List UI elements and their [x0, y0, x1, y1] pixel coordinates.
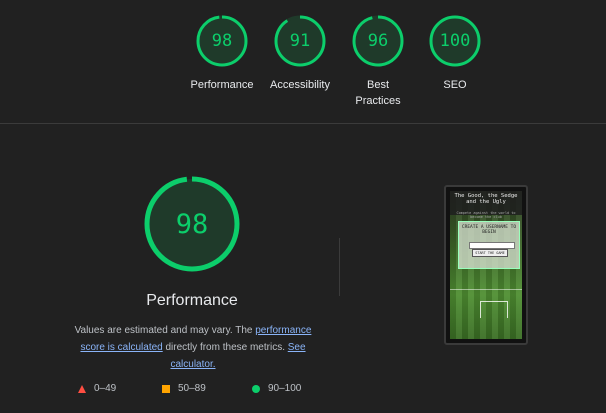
final-screenshot-thumbnail[interactable]: The Good, the Sedge and the Ugly Compete… [444, 185, 528, 345]
screenshot-app-title: The Good, the Sedge and the Ugly [454, 193, 518, 205]
main-gauge-score: 98 [175, 208, 209, 240]
legend-pass: 90–100 [252, 383, 301, 394]
screenshot-username-input [469, 242, 515, 249]
main-category-title: Performance [146, 292, 238, 309]
legend-fail: 0–49 [78, 383, 116, 394]
screenshot-app-subtitle: Compete against the world to become the … [456, 211, 516, 219]
legend-average: 50–89 [162, 383, 206, 394]
circle-icon [252, 384, 260, 393]
gauge-score: 96 [367, 31, 389, 51]
square-icon [162, 384, 170, 393]
section-divider [0, 123, 606, 124]
score-legend: 0–49 50–89 90–100 [0, 383, 606, 397]
gauge-accessibility[interactable]: 91 Accessibility [265, 14, 335, 93]
goal-box [480, 301, 508, 318]
gauge-best-practices[interactable]: 96 Best Practices [343, 14, 413, 109]
category-gauges: 98 Performance 91 Accessibility 96 Best … [0, 14, 606, 124]
gauge-seo[interactable]: 100 SEO [420, 14, 490, 93]
legend-average-label: 50–89 [178, 383, 206, 394]
estimate-note: Values are estimated and may vary. The p… [62, 322, 324, 373]
gauge-label: Performance [190, 79, 254, 91]
gauge-label: Best Practices [355, 79, 401, 107]
screenshot-card-heading: CREATE A USERNAME TO BEGIN [461, 225, 517, 235]
note-text: Values are estimated and may vary. The [74, 325, 256, 336]
legend-pass-label: 90–100 [268, 383, 302, 394]
screenshot-start-button: START THE GAME [472, 249, 508, 257]
gauge-performance[interactable]: 98 Performance [187, 14, 257, 93]
gauge-score: 91 [289, 31, 311, 51]
triangle-icon [78, 384, 86, 393]
gauge-label: SEO [443, 79, 467, 91]
note-text: directly from these metrics. [162, 342, 288, 353]
screenshot-screen: The Good, the Sedge and the Ugly Compete… [450, 191, 522, 339]
gauge-score: 100 [439, 31, 471, 51]
screenshot-username-card: CREATE A USERNAME TO BEGIN START THE GAM… [458, 221, 520, 269]
gauge-score: 98 [211, 31, 233, 51]
pitch-line [450, 289, 522, 290]
vertical-divider [339, 238, 340, 296]
legend-fail-label: 0–49 [94, 383, 117, 394]
performance-main-gauge: 98 [143, 175, 241, 273]
gauge-label: Accessibility [270, 79, 330, 91]
